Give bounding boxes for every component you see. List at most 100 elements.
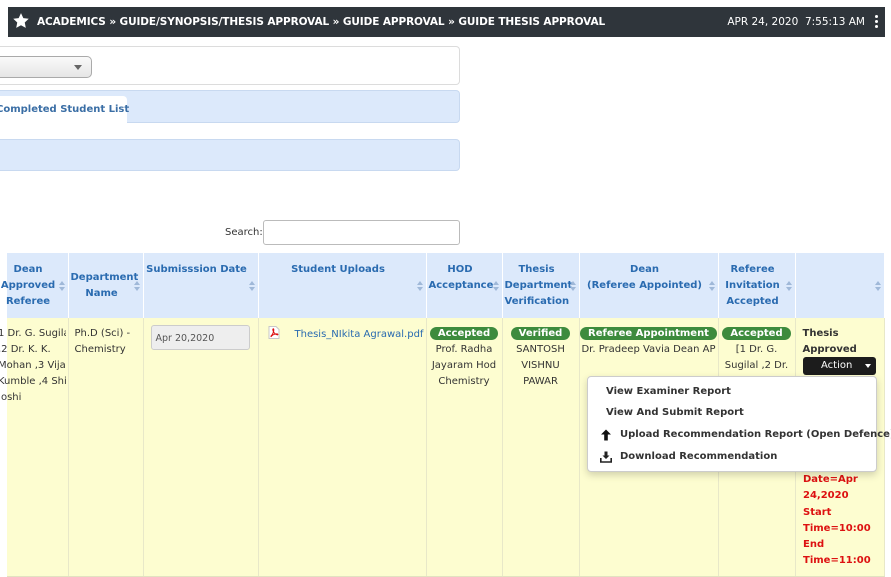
tab-label: Completed Student List	[0, 104, 130, 115]
menu-item-upload-recommendation[interactable]: Upload Recommendation Report (Open Defen…	[600, 429, 891, 441]
cell-student-uploads: Thesis_NIkita Agrawal.pdf	[258, 318, 427, 577]
cell-line: Kumble ,4 Shirish	[0, 376, 66, 387]
cell-line: Prof. Radha	[435, 344, 493, 355]
header-line: Department	[504, 279, 573, 291]
schedule-line: 24,2020	[803, 490, 849, 502]
sort-icon	[492, 281, 499, 291]
action-dropdown-button[interactable]: Action	[803, 357, 876, 375]
header-line: Dean	[13, 263, 43, 275]
header-line: Referee	[5, 295, 51, 307]
header-line: (Referee Appointed)	[587, 280, 702, 291]
sort-icon	[133, 281, 140, 291]
sort-icon	[58, 281, 65, 291]
thesis-pdf-link[interactable]: Thesis_NIkita Agrawal.pdf	[295, 329, 424, 340]
col-student-uploads[interactable]: Student Uploads	[258, 253, 427, 318]
cell-department: Ph.D (Sci) - Chemistry	[68, 318, 144, 577]
sort-icon	[569, 281, 576, 291]
header-line: Invitation	[725, 279, 780, 291]
cell-thesis-verification: Verified SANTOSH VISHNU PAWAR	[502, 318, 580, 577]
action-label: Action	[821, 360, 853, 371]
cell-line: Chemistry	[438, 376, 490, 387]
header-line: Dean	[630, 264, 659, 275]
schedule-line: Time=11:00	[803, 555, 871, 567]
cell-line: Dr. Pradeep Vavia Dean AP	[581, 344, 716, 355]
tab-completed-student-list[interactable]: Completed Student List	[0, 96, 130, 124]
header-line: Acceptance	[428, 280, 494, 291]
referee-appointment-badge: Referee Appointment	[580, 327, 717, 340]
col-dean-approved-referee[interactable]: Dean Approved Referee	[1, 253, 69, 318]
kebab-menu-icon[interactable]	[875, 15, 879, 29]
header-line: HOD	[447, 264, 473, 275]
submission-date-field: Apr 20,2020	[150, 325, 250, 350]
header-line: Name	[85, 287, 118, 299]
referee-accepted-badge: Accepted	[722, 327, 791, 340]
sort-icon	[874, 281, 881, 291]
defence-schedule: Date=Apr 24,2020 Start Time=10:00 End Ti…	[803, 472, 871, 570]
star-icon[interactable]	[12, 12, 30, 30]
schedule-line: Time=10:00	[803, 522, 871, 534]
cell-line: 1 Dr. G. Sugilal	[0, 328, 66, 339]
search-label: Search:	[225, 227, 263, 238]
sort-icon	[416, 281, 423, 291]
sort-icon	[708, 281, 715, 291]
download-tray-icon	[600, 451, 612, 463]
header-line: Department	[70, 271, 139, 283]
header-line: Thesis	[518, 263, 555, 275]
cell-line: [1 Dr. G.	[735, 344, 778, 355]
cell-line: Sugilal ,2 Dr.	[724, 360, 789, 371]
caret-down-icon	[865, 364, 871, 368]
breadcrumb: ACADEMICS » GUIDE/SYNOPSIS/THESIS APPROV…	[37, 16, 606, 28]
chevron-down-icon	[74, 65, 82, 70]
sort-icon	[248, 281, 255, 291]
program-select[interactable]	[0, 56, 92, 78]
menu-item-label: View Examiner Report	[606, 386, 731, 397]
col-hod-acceptance[interactable]: HOD Acceptance	[426, 253, 503, 318]
col-submission-date[interactable]: Submisssion Date	[143, 253, 259, 318]
cell-line: SANTOSH	[516, 344, 565, 355]
header-line: Accepted	[726, 295, 779, 307]
col-department-name[interactable]: Department Name	[68, 253, 144, 318]
col-thesis-department-verification[interactable]: Thesis Department Verification	[502, 253, 580, 318]
current-time: 7:55:13 AM	[804, 16, 865, 28]
pdf-file-icon	[268, 326, 279, 339]
sort-icon	[785, 281, 792, 291]
hod-accepted-badge: Accepted	[429, 327, 499, 340]
status-line: Approved	[802, 344, 857, 355]
cell-dean-referee: 1 Dr. G. Sugilal ,2 Dr. K. K. Mohan ,3 V…	[0, 318, 69, 577]
filter-panel	[0, 46, 460, 85]
schedule-line: Date=Apr	[803, 474, 858, 485]
menu-item-view-submit-report[interactable]: View And Submit Report	[606, 407, 744, 418]
cell-line: PAWAR	[523, 376, 558, 387]
cell-submission-date: Apr 20,2020	[143, 318, 259, 577]
current-date: APR 24, 2020	[727, 16, 799, 28]
upload-arrow-icon	[601, 429, 611, 441]
current-datetime: APR 24, 2020 7:55:13 AM	[727, 16, 865, 28]
header-line: Verification	[504, 295, 570, 307]
header-line: Approved	[0, 279, 56, 291]
col-referee-invitation-accepted[interactable]: Referee Invitation Accepted	[718, 253, 796, 318]
menu-item-label: View And Submit Report	[606, 407, 744, 418]
menu-item-label: Upload Recommendation Report (Open Defen…	[620, 429, 891, 440]
header-line: Referee	[730, 263, 775, 275]
status-line: Thesis	[802, 328, 839, 339]
header-line: Submisssion Date	[146, 264, 247, 275]
menu-item-label: Download Recommendation	[620, 451, 778, 462]
menu-item-view-examiner-report[interactable]: View Examiner Report	[606, 386, 731, 397]
cell-line: ,2 Dr. K. K.	[0, 344, 51, 355]
cell-line: Ph.D (Sci) -	[74, 328, 131, 339]
top-header-bar: ACADEMICS » GUIDE/SYNOPSIS/THESIS APPROV…	[8, 7, 885, 37]
menu-item-download-recommendation[interactable]: Download Recommendation	[600, 451, 778, 463]
tab-bar: Completed Student List	[0, 90, 460, 124]
cell-line: Jayaram Hod	[431, 360, 497, 371]
col-dean-referee-appointed[interactable]: Dean (Referee Appointed)	[579, 253, 719, 318]
cell-line: VISHNU	[521, 360, 560, 371]
info-bar	[0, 139, 460, 171]
cell-line: Joshi	[0, 392, 22, 403]
cell-hod-acceptance: Accepted Prof. Radha Jayaram Hod Chemist…	[426, 318, 503, 577]
col-thesis-status[interactable]	[795, 253, 885, 318]
action-dropdown-menu: View Examiner Report View And Submit Rep…	[587, 376, 891, 472]
cell-line: Chemistry	[74, 344, 126, 355]
schedule-line: End	[803, 539, 825, 551]
header-line: Student Uploads	[291, 264, 385, 275]
search-input[interactable]	[263, 220, 460, 245]
